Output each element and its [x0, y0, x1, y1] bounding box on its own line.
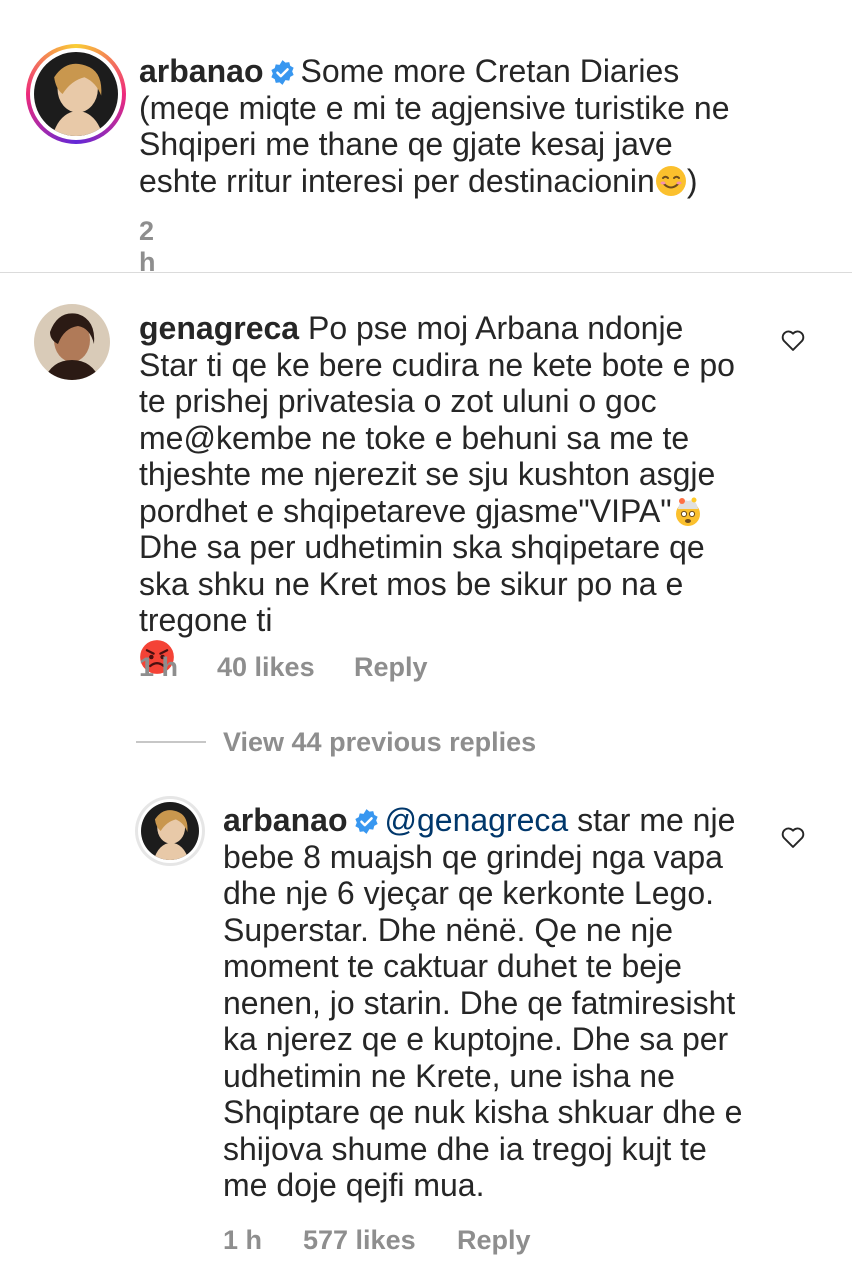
reply-username[interactable]: arbanao: [223, 802, 347, 838]
caption-avatar-ring[interactable]: [26, 44, 126, 144]
reply-text: arbanao @genagreca star me nje bebe 8 mua…: [223, 802, 743, 1204]
view-replies-button[interactable]: View 44 previous replies: [223, 727, 536, 758]
avatar: [141, 802, 199, 860]
comment-meta: 1 h 40 likes Reply: [139, 652, 539, 682]
avatar: [34, 304, 110, 380]
exploding-head-emoji-icon: [675, 497, 700, 526]
reply-likes[interactable]: 577 likes: [303, 1225, 416, 1256]
reply-body: star me nje bebe 8 muajsh qe grindej nga…: [223, 802, 743, 1203]
reply-reply-button[interactable]: Reply: [457, 1225, 531, 1256]
comment-time: 1 h: [139, 652, 179, 682]
like-heart-icon[interactable]: [779, 326, 807, 354]
caption-body-end: ): [686, 162, 698, 199]
view-replies-line: [136, 741, 206, 743]
reply-time: 1 h: [223, 1225, 263, 1255]
smiling-face-emoji-icon: [655, 165, 686, 196]
caption-time: 2 h: [139, 216, 156, 277]
like-heart-icon[interactable]: [779, 823, 807, 851]
avatar: [34, 52, 118, 136]
caption-username[interactable]: arbanao: [139, 53, 263, 89]
reply-avatar-ring[interactable]: [135, 796, 205, 866]
comment-avatar[interactable]: [34, 304, 110, 380]
verified-badge-icon: [355, 809, 379, 834]
reply-mention-link[interactable]: @genagreca: [384, 802, 568, 838]
divider: [0, 272, 852, 273]
comment-username[interactable]: genagreca: [139, 310, 299, 346]
comment-body-2: Dhe sa per udhetimin ska shqipetare qe s…: [139, 529, 705, 638]
caption-text: arbanao Some more Cretan Diaries (meqe mi…: [139, 53, 739, 199]
comment-text: genagreca Po pse moj Arbana ndonje Star …: [139, 310, 739, 676]
comment-likes[interactable]: 40 likes: [217, 652, 315, 683]
comment-reply-button[interactable]: Reply: [354, 652, 428, 683]
verified-badge-icon: [271, 60, 295, 85]
reply-meta: 1 h 577 likes Reply: [223, 1225, 623, 1255]
